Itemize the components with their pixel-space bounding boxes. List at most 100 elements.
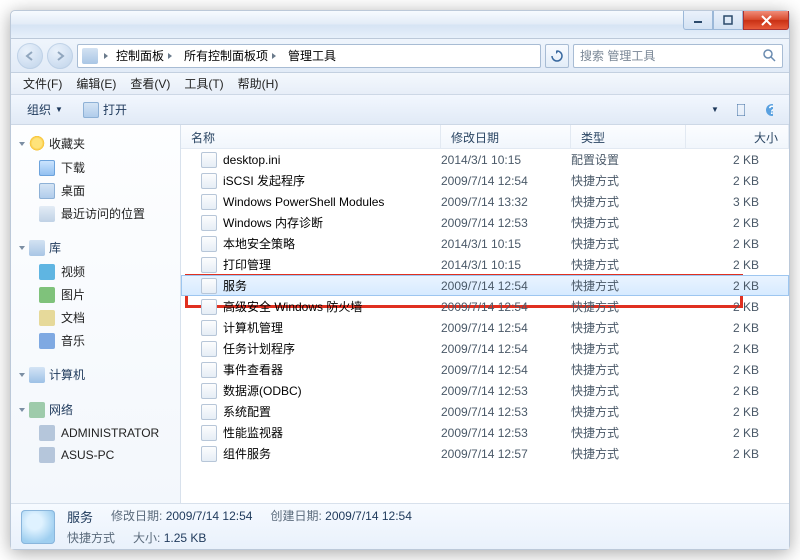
file-name: 高级安全 Windows 防火墙: [223, 298, 362, 315]
file-size: 2 KB: [686, 384, 789, 398]
column-header-size[interactable]: 大小: [686, 125, 789, 148]
column-header-date[interactable]: 修改日期: [441, 125, 571, 148]
nav-item-music[interactable]: 音乐: [11, 329, 180, 352]
file-size: 2 KB: [686, 321, 789, 335]
file-type: 快捷方式: [571, 235, 686, 252]
status-title: 服务: [67, 507, 93, 526]
menu-file[interactable]: 文件(F): [17, 73, 68, 94]
svg-text:?: ?: [768, 103, 773, 117]
menu-tools[interactable]: 工具(T): [178, 73, 229, 94]
file-row[interactable]: 服务2009/7/14 12:54快捷方式2 KB: [181, 275, 789, 296]
file-icon: [201, 173, 217, 189]
menu-bar: 文件(F) 编辑(E) 查看(V) 工具(T) 帮助(H): [11, 73, 789, 95]
refresh-button[interactable]: [545, 44, 569, 68]
chevron-right-icon: [272, 53, 276, 59]
file-date: 2009/7/14 12:53: [441, 384, 571, 398]
file-row[interactable]: 本地安全策略2014/3/1 10:15快捷方式2 KB: [181, 233, 789, 254]
location-icon: [82, 48, 98, 64]
file-icon: [201, 446, 217, 462]
view-options-button[interactable]: ▼: [699, 101, 727, 119]
expand-icon: [19, 142, 25, 146]
nav-item-desktop[interactable]: 桌面: [11, 179, 180, 202]
file-size: 2 KB: [686, 426, 789, 440]
status-modified-label: 修改日期:: [111, 509, 162, 523]
file-name: 任务计划程序: [223, 340, 295, 357]
menu-edit[interactable]: 编辑(E): [70, 73, 122, 94]
nav-item-downloads[interactable]: 下载: [11, 156, 180, 179]
file-row[interactable]: iSCSI 发起程序2009/7/14 12:54快捷方式2 KB: [181, 170, 789, 191]
document-icon: [39, 310, 55, 326]
file-icon: [201, 404, 217, 420]
maximize-button[interactable]: [713, 11, 743, 30]
file-date: 2014/3/1 10:15: [441, 237, 571, 251]
file-size: 2 KB: [686, 279, 789, 293]
computer-icon: [29, 367, 45, 383]
file-row[interactable]: desktop.ini2014/3/1 10:15配置设置2 KB: [181, 149, 789, 170]
breadcrumb-bar[interactable]: 控制面板 所有控制面板项 管理工具: [77, 44, 541, 68]
file-row[interactable]: 组件服务2009/7/14 12:57快捷方式2 KB: [181, 443, 789, 464]
crumb-text: 管理工具: [288, 47, 336, 64]
file-row[interactable]: 数据源(ODBC)2009/7/14 12:53快捷方式2 KB: [181, 380, 789, 401]
organize-button[interactable]: 组织 ▼: [17, 98, 73, 121]
file-row[interactable]: 计算机管理2009/7/14 12:54快捷方式2 KB: [181, 317, 789, 338]
expand-icon: [19, 246, 25, 250]
file-row[interactable]: Windows PowerShell Modules2009/7/14 13:3…: [181, 191, 789, 212]
nav-forward-button[interactable]: [47, 43, 73, 69]
file-size: 2 KB: [686, 363, 789, 377]
file-list[interactable]: desktop.ini2014/3/1 10:15配置设置2 KBiSCSI 发…: [181, 149, 789, 503]
file-row[interactable]: 事件查看器2009/7/14 12:54快捷方式2 KB: [181, 359, 789, 380]
menu-view[interactable]: 查看(V): [124, 73, 176, 94]
file-date: 2014/3/1 10:15: [441, 153, 571, 167]
status-size-label: 大小:: [133, 531, 160, 545]
file-row[interactable]: 打印管理2014/3/1 10:15快捷方式2 KB: [181, 254, 789, 275]
nav-item-host[interactable]: ADMINISTRATOR: [11, 422, 180, 444]
file-row[interactable]: 性能监视器2009/7/14 12:53快捷方式2 KB: [181, 422, 789, 443]
column-header-name[interactable]: 名称: [181, 125, 441, 148]
close-button[interactable]: [743, 11, 789, 30]
file-name: 本地安全策略: [223, 235, 295, 252]
column-header-type[interactable]: 类型: [571, 125, 686, 148]
file-size: 3 KB: [686, 195, 789, 209]
file-name: 系统配置: [223, 403, 271, 420]
file-name: Windows PowerShell Modules: [223, 195, 384, 209]
desktop-icon: [39, 183, 55, 199]
nav-item-documents[interactable]: 文档: [11, 306, 180, 329]
file-date: 2009/7/14 12:53: [441, 426, 571, 440]
breadcrumb[interactable]: 管理工具: [284, 46, 340, 66]
nav-back-button[interactable]: [17, 43, 43, 69]
breadcrumb[interactable]: 所有控制面板项: [180, 46, 280, 66]
minimize-button[interactable]: [683, 11, 713, 30]
file-icon: [201, 257, 217, 273]
menu-help[interactable]: 帮助(H): [232, 73, 285, 94]
image-icon: [39, 287, 55, 303]
help-button[interactable]: ?: [755, 100, 783, 120]
expand-icon: [19, 373, 25, 377]
file-name: 事件查看器: [223, 361, 283, 378]
file-name: 组件服务: [223, 445, 271, 462]
host-icon: [39, 447, 55, 463]
file-row[interactable]: 高级安全 Windows 防火墙2009/7/14 12:54快捷方式2 KB: [181, 296, 789, 317]
search-placeholder: 搜索 管理工具: [580, 47, 655, 64]
nav-group-library[interactable]: 库: [11, 235, 180, 260]
nav-item-host[interactable]: ASUS-PC: [11, 444, 180, 466]
nav-group-computer[interactable]: 计算机: [11, 362, 180, 387]
navigation-pane: 收藏夹 下载 桌面 最近访问的位置 库 视频 图片 文档 音乐 计算机 网络 A…: [11, 125, 181, 503]
nav-item-videos[interactable]: 视频: [11, 260, 180, 283]
nav-group-network[interactable]: 网络: [11, 397, 180, 422]
file-row[interactable]: 任务计划程序2009/7/14 12:54快捷方式2 KB: [181, 338, 789, 359]
preview-pane-button[interactable]: [727, 101, 755, 119]
file-icon: [201, 152, 217, 168]
file-name: desktop.ini: [223, 153, 280, 167]
file-date: 2009/7/14 12:57: [441, 447, 571, 461]
nav-group-favorites[interactable]: 收藏夹: [11, 131, 180, 156]
nav-item-pictures[interactable]: 图片: [11, 283, 180, 306]
file-row[interactable]: Windows 内存诊断2009/7/14 12:53快捷方式2 KB: [181, 212, 789, 233]
nav-item-recent[interactable]: 最近访问的位置: [11, 202, 180, 225]
library-icon: [29, 240, 45, 256]
download-icon: [39, 160, 55, 176]
search-input[interactable]: 搜索 管理工具: [573, 44, 783, 68]
file-row[interactable]: 系统配置2009/7/14 12:53快捷方式2 KB: [181, 401, 789, 422]
breadcrumb[interactable]: 控制面板: [112, 46, 176, 66]
open-button[interactable]: 打开: [73, 98, 137, 121]
file-type: 快捷方式: [571, 382, 686, 399]
